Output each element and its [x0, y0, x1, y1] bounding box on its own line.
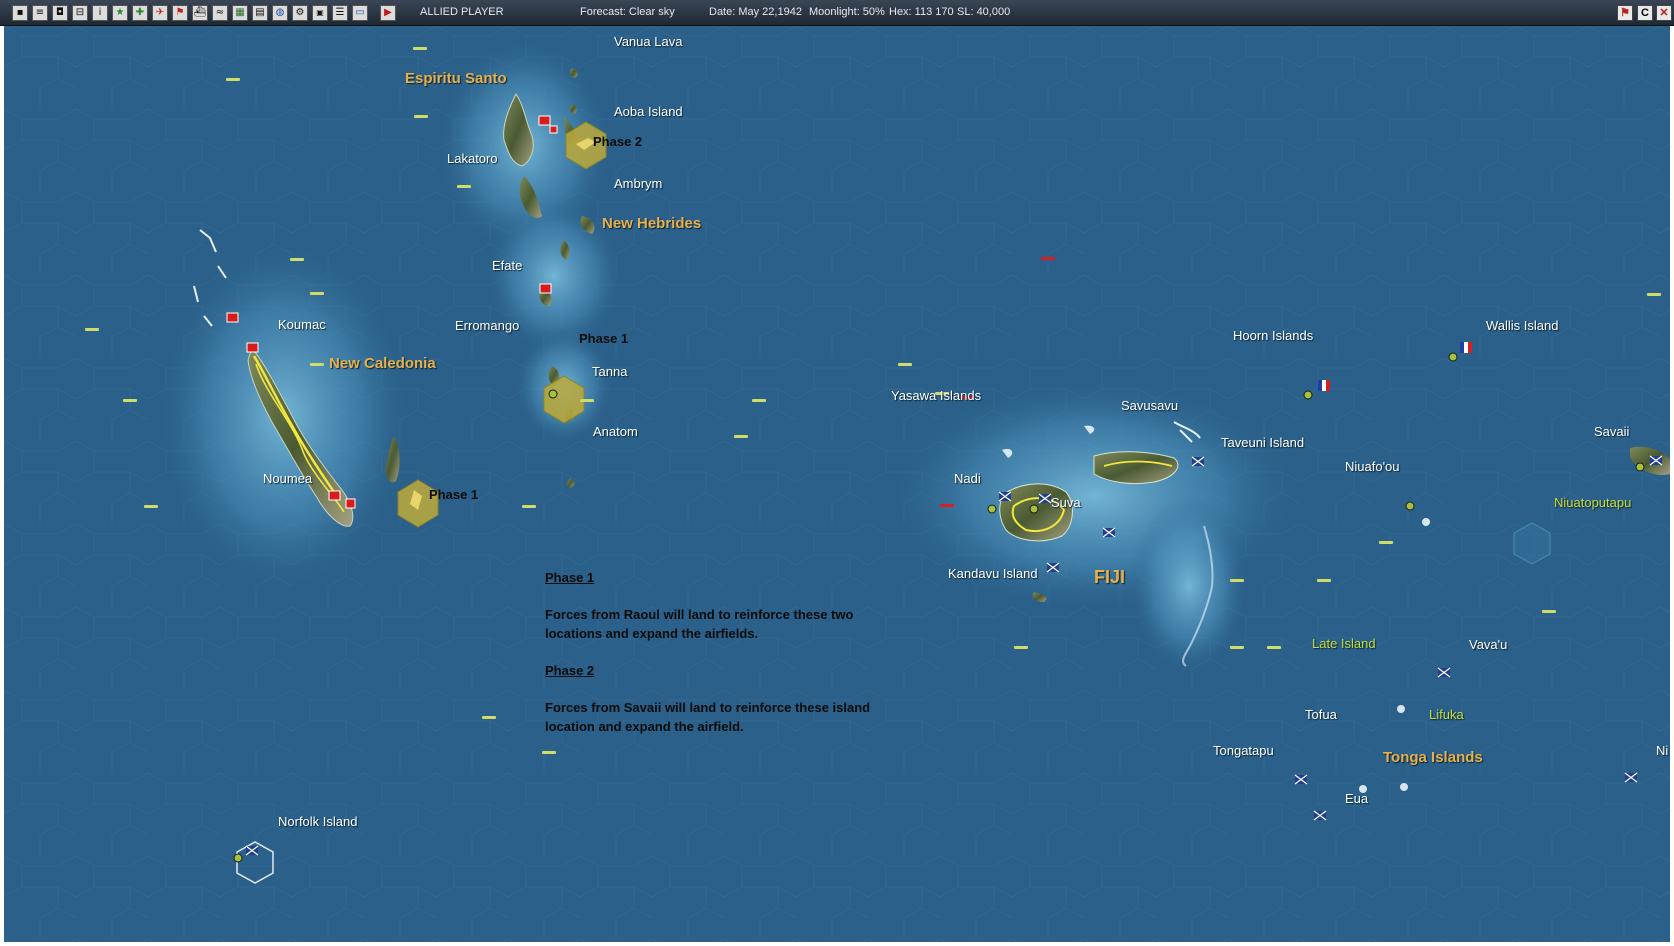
label-savusavu[interactable]: Savusavu — [1121, 398, 1178, 413]
label-new-caledonia[interactable]: New Caledonia — [329, 355, 436, 372]
group-icon[interactable]: ◘ — [52, 5, 68, 21]
label-fiji[interactable]: FIJI — [1094, 567, 1125, 588]
label-erromango[interactable]: Erromango — [455, 318, 519, 333]
label-ambrym[interactable]: Ambrym — [614, 176, 662, 191]
label-espiritu-santo[interactable]: Espiritu Santo — [405, 70, 507, 87]
plan-notes: Phase 1 Forces from Raoul will land to r… — [545, 568, 895, 754]
convoy-icon[interactable]: ≈ — [212, 5, 228, 21]
moonlight-level: Moonlight: 50% — [809, 6, 885, 18]
flag-icon[interactable]: ⚑ — [172, 5, 188, 21]
label-noumea[interactable]: Noumea — [263, 471, 312, 486]
player-side: ALLIED PLAYER — [420, 6, 504, 18]
phase-marker-aoba: Phase 2 — [593, 134, 643, 149]
label-late-island[interactable]: Late Island — [1312, 636, 1376, 651]
ocean-hex-map[interactable]: Vanua Lava Espiritu Santo Aoba Island La… — [4, 26, 1670, 942]
aircraft-icon[interactable]: ✈ — [152, 5, 168, 21]
star-icon[interactable]: ★ — [112, 5, 128, 21]
label-anatom[interactable]: Anatom — [593, 424, 638, 439]
c-window-button[interactable]: C — [1637, 5, 1653, 21]
top-toolbar: ▪ ≡ ◘ ⊟ i ★ ✚ ✈ ⚑ ⛴ ≈ ▦ ▤ ◍ ⚙ ▣ ☰ ▭ ▶ AL… — [0, 0, 1674, 26]
label-tongatapu[interactable]: Tongatapu — [1213, 743, 1274, 758]
close-icon[interactable]: ✕ — [1656, 5, 1672, 21]
label-wallis-island[interactable]: Wallis Island — [1486, 318, 1558, 333]
label-norfolk-island[interactable]: Norfolk Island — [278, 814, 357, 829]
phase2-heading: Phase 2 — [545, 663, 595, 678]
label-tanna[interactable]: Tanna — [592, 364, 627, 379]
vavau-island — [1397, 705, 1405, 713]
factory-icon[interactable]: ▤ — [252, 5, 268, 21]
ship-icon[interactable]: ⛴ — [192, 5, 208, 21]
label-koumac[interactable]: Koumac — [278, 317, 326, 332]
end-turn-play-icon[interactable]: ▶ — [380, 5, 396, 21]
map-graphics — [4, 26, 1670, 942]
settings-icon[interactable]: ⚙ — [292, 5, 308, 21]
label-savaii[interactable]: Savaii — [1594, 424, 1629, 439]
ship-list-icon[interactable]: ⊟ — [72, 5, 88, 21]
label-nadi[interactable]: Nadi — [954, 471, 981, 486]
label-eua[interactable]: Eua — [1345, 791, 1368, 806]
phase-marker-new-caledonia: Phase 1 — [429, 487, 479, 502]
label-lifuka[interactable]: Lifuka — [1429, 707, 1464, 722]
label-new-hebrides[interactable]: New Hebrides — [602, 215, 701, 232]
globe-icon[interactable]: ◍ — [272, 5, 288, 21]
weather-forecast: Forecast: Clear sky — [580, 6, 675, 18]
info-icon[interactable]: i — [92, 5, 108, 21]
phase1-heading: Phase 1 — [545, 570, 595, 585]
report-icon[interactable]: ▣ — [312, 5, 328, 21]
label-efate[interactable]: Efate — [492, 258, 522, 273]
label-aoba-island[interactable]: Aoba Island — [614, 104, 683, 119]
label-niuatoputapu[interactable]: Niuatoputapu — [1554, 495, 1631, 510]
flag-window-icon[interactable]: ⚑ — [1617, 5, 1633, 21]
sea-level-altitude: SL: 40,000 — [957, 6, 1011, 18]
label-vavau[interactable]: Vava'u — [1469, 637, 1507, 652]
label-kandavu-island[interactable]: Kandavu Island — [948, 566, 1038, 581]
label-hoorn-islands[interactable]: Hoorn Islands — [1233, 328, 1313, 343]
save-icon[interactable]: ▪ — [12, 5, 28, 21]
document-icon[interactable]: ≡ — [32, 5, 48, 21]
phase2-text: Forces from Savaii will land to reinforc… — [545, 700, 871, 734]
phase1-text: Forces from Raoul will land to reinforce… — [545, 607, 854, 641]
label-taveuni-island[interactable]: Taveuni Island — [1221, 435, 1304, 450]
label-tonga-islands[interactable]: Tonga Islands — [1383, 749, 1483, 766]
vanua-levu-island — [1093, 451, 1179, 485]
label-ni[interactable]: Ni — [1656, 743, 1668, 758]
hex-coordinate: Hex: 113 170 — [889, 6, 954, 18]
label-vanua-lava[interactable]: Vanua Lava — [614, 34, 682, 49]
window-icon[interactable]: ▭ — [352, 5, 368, 21]
list-icon[interactable]: ☰ — [332, 5, 348, 21]
label-niuafoou[interactable]: Niuafo'ou — [1345, 459, 1400, 474]
medical-cross-icon[interactable]: ✚ — [132, 5, 148, 21]
game-date: Date: May 22,1942 — [709, 6, 802, 18]
label-suva[interactable]: Suva — [1051, 495, 1081, 510]
label-yasawa-islands[interactable]: Yasawa Islands — [891, 388, 981, 403]
base-icon[interactable]: ▦ — [232, 5, 248, 21]
label-lakatoro[interactable]: Lakatoro — [447, 151, 498, 166]
label-tofua[interactable]: Tofua — [1305, 707, 1337, 722]
phase-marker-tanna: Phase 1 — [579, 331, 629, 346]
